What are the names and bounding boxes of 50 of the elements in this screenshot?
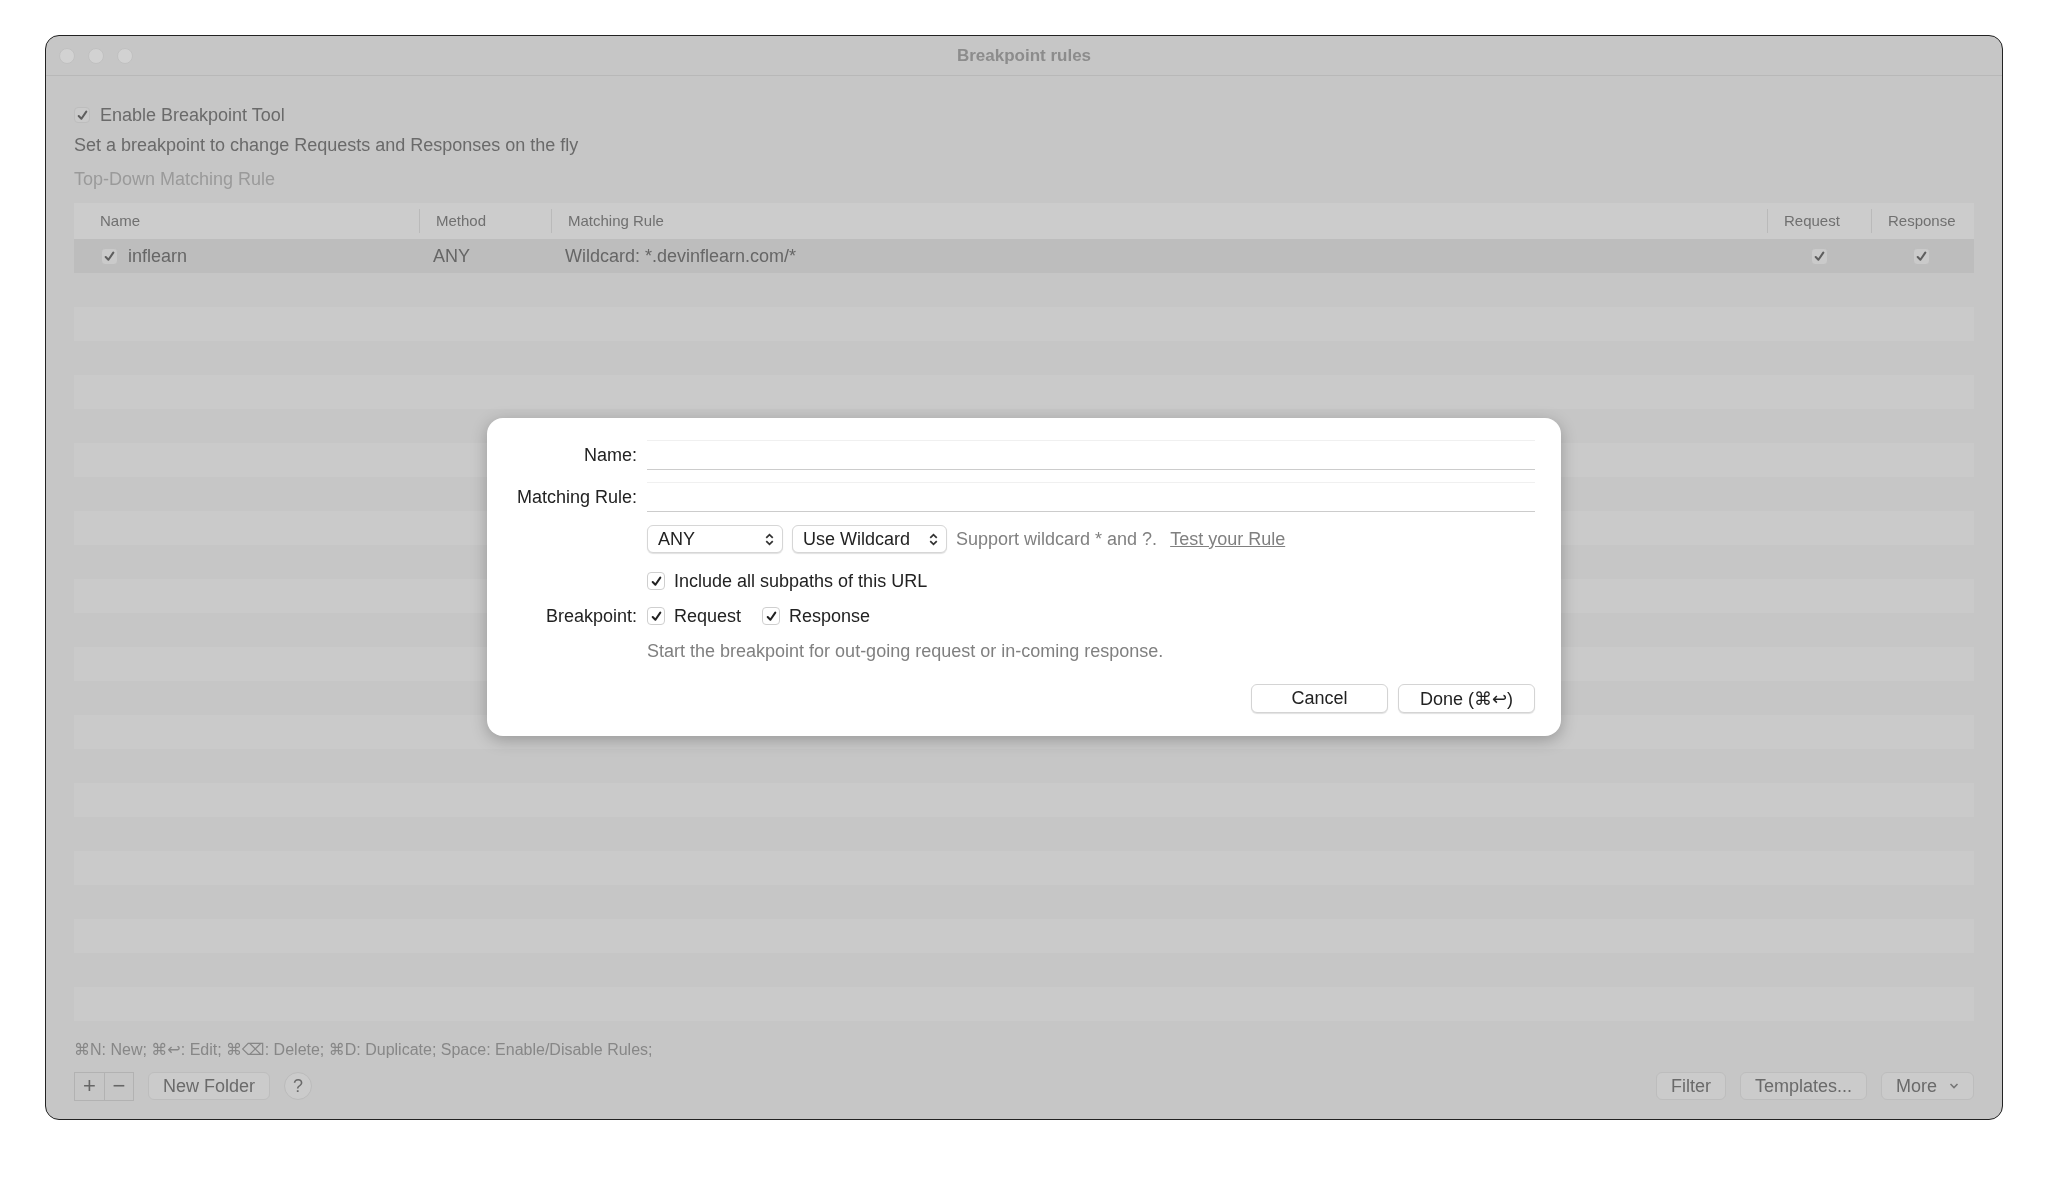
column-header[interactable]: Matching Rule <box>551 209 1767 233</box>
shortcuts-hint: ⌘N: New; ⌘↩: Edit; ⌘⌫: Delete; ⌘D: Duplicate; Space: Enable/Disable Rules; <box>74 1040 654 1059</box>
new-folder-button[interactable]: New Folder <box>148 1072 271 1100</box>
templates-button[interactable]: Templates... <box>1739 1072 1867 1100</box>
help-button[interactable]: ? <box>284 1072 313 1100</box>
table-cell: Wildcard: *.devinflearn.com/* <box>565 245 797 267</box>
checkmark-icon <box>649 574 663 588</box>
field-label: Breakpoint: <box>544 605 638 627</box>
updown-arrows-icon <box>929 532 938 546</box>
wildcard-hint: Support wildcard * and ?. <box>956 528 1158 550</box>
checkmark-icon <box>1915 249 1928 263</box>
checkbox[interactable] <box>647 572 665 590</box>
checkmark-icon <box>764 609 778 623</box>
checkmark-icon <box>103 249 116 263</box>
remove-button[interactable]: − <box>104 1072 133 1100</box>
checkbox[interactable] <box>74 107 90 123</box>
column-header[interactable]: Method <box>419 209 551 233</box>
checkbox-label: Enable Breakpoint Tool <box>100 104 285 126</box>
checkbox[interactable] <box>647 607 665 625</box>
breakpoint-hint: Start the breakpoint for out-going request or in-coming response. <box>647 640 1164 662</box>
filter-button[interactable]: Filter <box>1655 1072 1726 1100</box>
cancel-button[interactable]: Cancel <box>1251 684 1388 713</box>
checkbox-label: Response <box>789 605 871 627</box>
field-label: Matching Rule: <box>515 486 638 508</box>
checkbox[interactable] <box>1810 247 1828 265</box>
more-button[interactable]: More <box>1881 1072 1974 1100</box>
table-cell: inflearn <box>128 245 188 267</box>
description-text: Set a breakpoint to change Requests and Responses on the fly <box>74 135 580 156</box>
checkmark-icon <box>1812 249 1826 263</box>
match-type-dropdown[interactable]: Use Wildcard <box>792 525 947 553</box>
done-button[interactable]: Done (⌘↩) <box>1398 684 1535 713</box>
column-header[interactable]: Request <box>1767 209 1871 233</box>
checkbox[interactable] <box>762 607 781 625</box>
column-header[interactable]: Name <box>74 209 419 233</box>
checkbox-label: Include all subpaths of this URL <box>674 570 928 592</box>
field-label: Name: <box>583 444 638 466</box>
checkbox-label: Request <box>674 605 742 627</box>
method-dropdown[interactable]: ANY <box>647 525 783 553</box>
window-title: Breakpoint rules <box>956 45 1092 66</box>
test-rule-link[interactable]: Test your Rule <box>1170 528 1286 550</box>
table-cell: ANY <box>433 245 470 267</box>
checkmark-icon <box>649 609 663 623</box>
checkbox[interactable] <box>101 247 118 265</box>
column-header[interactable]: Response <box>1871 209 1972 233</box>
checkmark-icon <box>75 108 89 122</box>
table-row[interactable]: inflearn ANY Wildcard: *.devinflearn.com/* <box>74 239 1974 273</box>
add-button[interactable]: + <box>75 1072 104 1100</box>
caret-icon <box>1949 1083 1959 1089</box>
updown-arrows-icon <box>765 532 774 546</box>
checkbox[interactable] <box>1913 247 1930 265</box>
